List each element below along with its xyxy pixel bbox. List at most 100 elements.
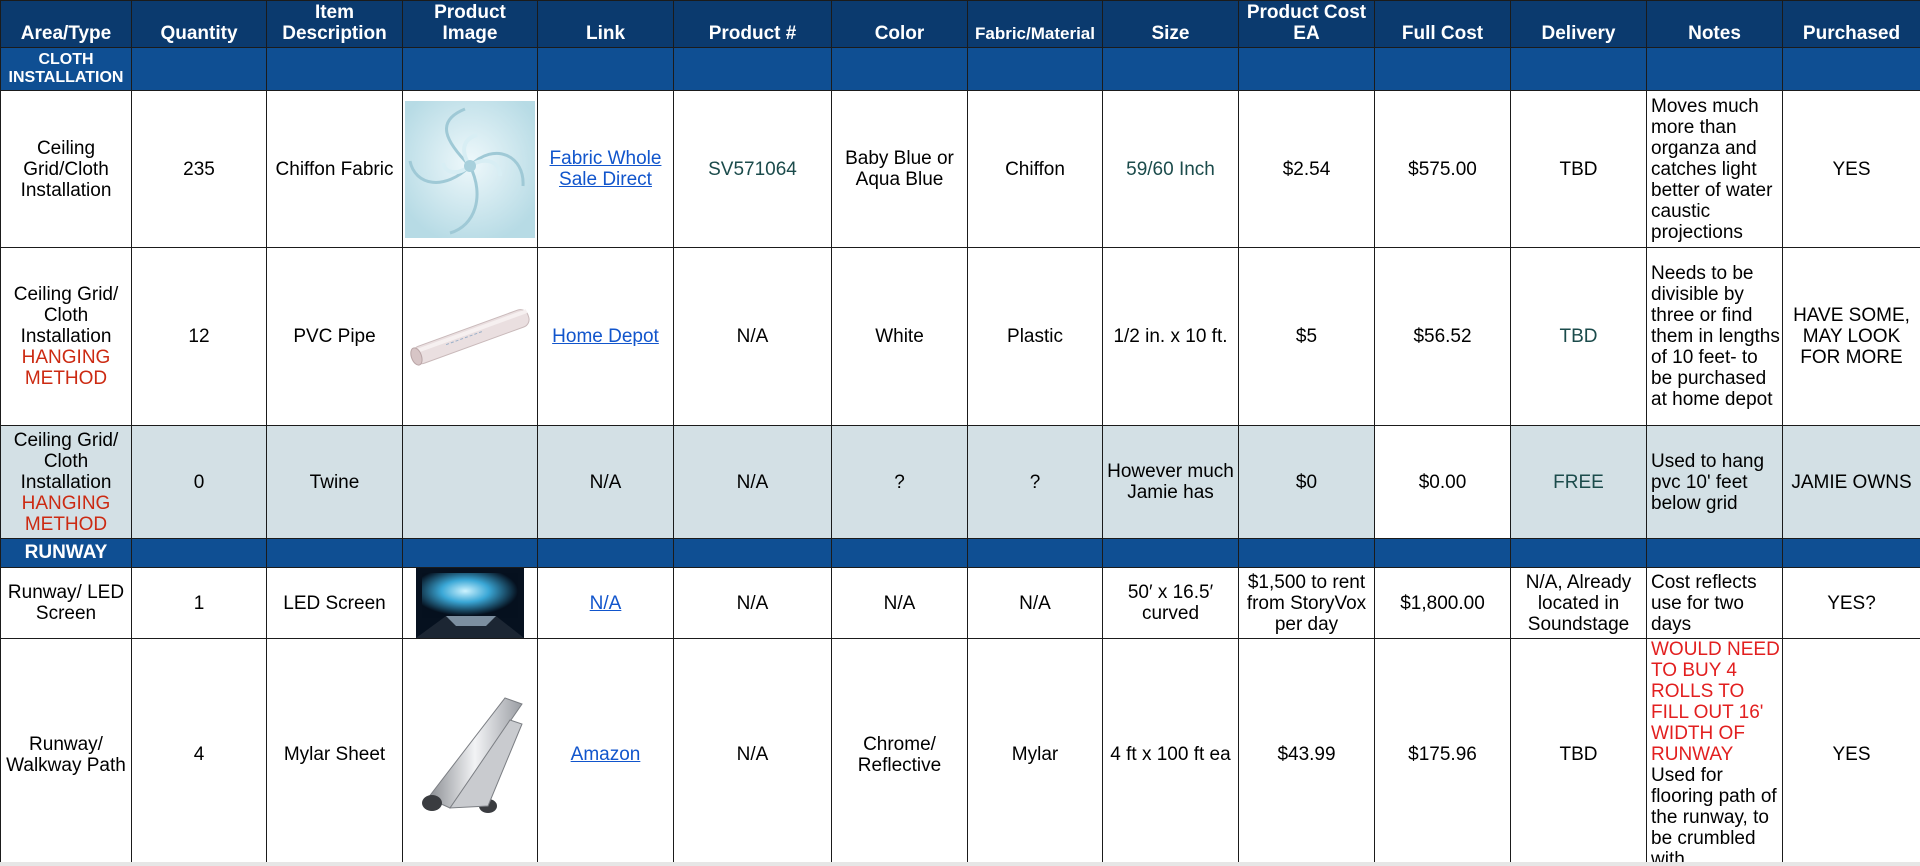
area-text: Ceiling Grid/ Cloth Installation	[13, 429, 119, 493]
header-color[interactable]: Color	[831, 0, 968, 48]
cell-quantity[interactable]: 1	[131, 567, 267, 639]
header-cost-ea[interactable]: Product Cost EA	[1238, 0, 1375, 48]
cell-full-cost[interactable]: $1,800.00	[1374, 567, 1511, 639]
cell-delivery[interactable]: TBD	[1510, 638, 1647, 866]
cell-notes[interactable]: Used to hang pvc 10' feet below grid	[1646, 425, 1783, 539]
cell-cost-ea[interactable]: $43.99	[1238, 638, 1375, 866]
cell-product-number[interactable]: SV571064	[673, 90, 832, 248]
cell-item[interactable]: Twine	[266, 425, 403, 539]
cell-notes[interactable]: Needs to be divisible by three or find t…	[1646, 247, 1783, 426]
cell-size[interactable]: However much Jamie has	[1102, 425, 1239, 539]
header-link[interactable]: Link	[537, 0, 674, 48]
cell-image[interactable]	[402, 638, 538, 866]
cell-area[interactable]: Runway/ Walkway Path	[0, 638, 132, 866]
cell-full-cost[interactable]: $56.52	[1374, 247, 1511, 426]
cell-delivery[interactable]: TBD	[1510, 90, 1647, 248]
header-quantity[interactable]: Quantity	[131, 0, 267, 48]
notes-text: Used for flooring path of the runway, to…	[1651, 765, 1777, 866]
cell-link[interactable]: Home Depot	[537, 247, 674, 426]
link-na[interactable]: N/A	[590, 593, 622, 614]
cell-color[interactable]: White	[831, 247, 968, 426]
cell-full-cost[interactable]: $0.00	[1374, 425, 1511, 539]
cell-delivery[interactable]: FREE	[1510, 425, 1647, 539]
header-item-description[interactable]: Item Description	[266, 0, 403, 48]
cell-area[interactable]: Ceiling Grid/ Cloth Installation HANGING …	[0, 247, 132, 426]
cell-product-number[interactable]: N/A	[673, 638, 832, 866]
cell-area[interactable]: Ceiling Grid/ Cloth Installation HANGING …	[0, 425, 132, 539]
cell-product-number[interactable]: N/A	[673, 567, 832, 639]
header-size[interactable]: Size	[1102, 0, 1239, 48]
cell-link[interactable]: Amazon	[537, 638, 674, 866]
cell-purchased[interactable]: JAMIE OWNS	[1782, 425, 1920, 539]
cell-notes[interactable]: Cost reflects use for two days	[1646, 567, 1783, 639]
header-purchased[interactable]: Purchased	[1782, 0, 1920, 48]
cell-cost-ea[interactable]: $1,500 to rent from StoryVox per day	[1238, 567, 1375, 639]
cell-full-cost[interactable]: $575.00	[1374, 90, 1511, 248]
cell-purchased[interactable]: YES?	[1782, 567, 1920, 639]
cell-area[interactable]: Runway/ LED Screen	[0, 567, 132, 639]
header-full-cost[interactable]: Full Cost	[1374, 0, 1511, 48]
cell-image[interactable]	[402, 425, 538, 539]
cell-cost-ea[interactable]: $2.54	[1238, 90, 1375, 248]
cell-image[interactable]	[402, 567, 538, 639]
cell-purchased[interactable]: YES	[1782, 90, 1920, 248]
cell-material[interactable]: ?	[967, 425, 1103, 539]
cell-image[interactable]	[402, 90, 538, 248]
link-fabric-wholesale[interactable]: Fabric Whole Sale Direct	[550, 148, 662, 190]
led-screen-image	[416, 568, 524, 638]
cell-item[interactable]: Chiffon Fabric	[266, 90, 403, 248]
cell-material[interactable]: Plastic	[967, 247, 1103, 426]
cell-link[interactable]: N/A	[537, 567, 674, 639]
cell-delivery[interactable]: TBD	[1510, 247, 1647, 426]
header-notes[interactable]: Notes	[1646, 0, 1783, 48]
area-text: Ceiling Grid/Cloth Installation	[20, 137, 112, 201]
cell-product-number[interactable]: N/A	[673, 425, 832, 539]
cell-item[interactable]: PVC Pipe	[266, 247, 403, 426]
cell-size[interactable]: 4 ft x 100 ft ea	[1102, 638, 1239, 866]
link-home-depot[interactable]: Home Depot	[552, 326, 659, 347]
cell-item[interactable]: Mylar Sheet	[266, 638, 403, 866]
cell-color[interactable]: Chrome/ Reflective	[831, 638, 968, 866]
section-label-cloth[interactable]: CLOTH INSTALLATION	[0, 47, 132, 91]
cell-color[interactable]: N/A	[831, 567, 968, 639]
notes-red-text: WOULD NEED TO BUY 4 ROLLS TO FILL OUT 16…	[1651, 639, 1780, 766]
cell-notes[interactable]: WOULD NEED TO BUY 4 ROLLS TO FILL OUT 16…	[1646, 638, 1783, 866]
header-product-image[interactable]: Product Image	[402, 0, 538, 48]
pvc-pipe-image	[405, 271, 535, 402]
section-label-runway[interactable]: RUNWAY	[0, 538, 132, 568]
cell-color[interactable]: ?	[831, 425, 968, 539]
cell-quantity[interactable]: 0	[131, 425, 267, 539]
section-row-cloth: CLOTH INSTALLATION	[0, 47, 1920, 91]
cell-link[interactable]: N/A	[537, 425, 674, 539]
cell-color[interactable]: Baby Blue or Aqua Blue	[831, 90, 968, 248]
header-material[interactable]: Fabric/Material	[967, 0, 1103, 48]
header-delivery[interactable]: Delivery	[1510, 0, 1647, 48]
header-area[interactable]: Area/Type	[0, 0, 132, 48]
area-red-text: HANGING METHOD	[21, 347, 111, 389]
cell-area[interactable]: Ceiling Grid/Cloth Installation	[0, 90, 132, 248]
cell-full-cost[interactable]: $175.96	[1374, 638, 1511, 866]
cell-link[interactable]: Fabric Whole Sale Direct	[537, 90, 674, 248]
cell-quantity[interactable]: 4	[131, 638, 267, 866]
cell-image[interactable]	[402, 247, 538, 426]
header-product-number[interactable]: Product #	[673, 0, 832, 48]
cell-notes[interactable]: Moves much more than organza and catches…	[1646, 90, 1783, 248]
bottom-edge	[0, 862, 1920, 866]
cell-material[interactable]: Chiffon	[967, 90, 1103, 248]
cell-purchased[interactable]: YES	[1782, 638, 1920, 866]
cell-material[interactable]: Mylar	[967, 638, 1103, 866]
link-amazon[interactable]: Amazon	[571, 744, 641, 765]
table-row: Runway/ Walkway Path 4 Mylar Sheet Amazo…	[0, 638, 1920, 866]
cell-quantity[interactable]: 235	[131, 90, 267, 248]
cell-product-number[interactable]: N/A	[673, 247, 832, 426]
cell-item[interactable]: LED Screen	[266, 567, 403, 639]
cell-size[interactable]: 59/60 Inch	[1102, 90, 1239, 248]
cell-purchased[interactable]: HAVE SOME, MAY LOOK FOR MORE	[1782, 247, 1920, 426]
cell-quantity[interactable]: 12	[131, 247, 267, 426]
cell-size[interactable]: 50′ x 16.5′ curved	[1102, 567, 1239, 639]
cell-delivery[interactable]: N/A, Already located in Soundstage	[1510, 567, 1647, 639]
cell-cost-ea[interactable]: $5	[1238, 247, 1375, 426]
cell-cost-ea[interactable]: $0	[1238, 425, 1375, 539]
cell-size[interactable]: 1/2 in. x 10 ft.	[1102, 247, 1239, 426]
cell-material[interactable]: N/A	[967, 567, 1103, 639]
